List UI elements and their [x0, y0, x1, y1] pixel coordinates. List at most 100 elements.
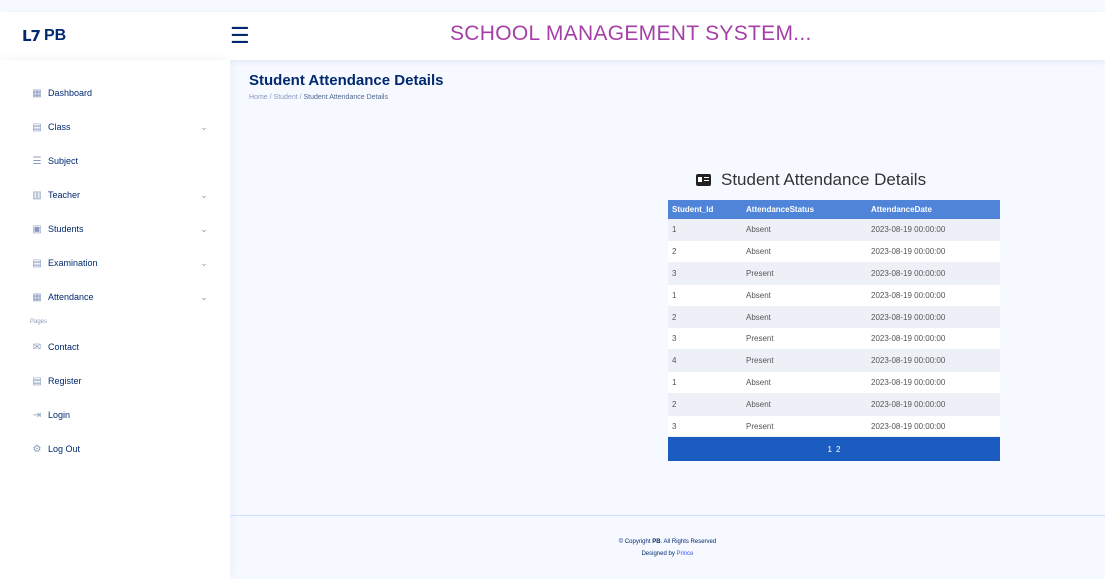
cell-attendance-date: 2023-08-19 00:00:00 [867, 262, 1000, 285]
breadcrumb-student[interactable]: Student [274, 94, 298, 101]
table-row: 1 Absent 2023-08-19 00:00:00 [668, 371, 1000, 394]
sidebar-item-label: Teacher [48, 190, 81, 200]
footer: © Copyright PB. All Rights Reserved Desi… [230, 515, 1105, 579]
table-row: 2 Absent 2023-08-19 00:00:00 [668, 306, 1000, 329]
sidebar-item-contact[interactable]: ✉ Contact [0, 330, 230, 364]
sidebar-item-label: Attendance [48, 292, 94, 302]
person-card-icon [696, 174, 711, 186]
chevron-down-icon[interactable]: ⌄ [198, 190, 210, 201]
cell-attendance-date: 2023-08-19 00:00:00 [867, 284, 1000, 307]
page-link-1[interactable]: 1 [828, 445, 832, 454]
designed-by-text: Designed by Prince [230, 548, 1105, 560]
gear-icon: ⚙ [32, 443, 42, 455]
column-header-attendance-date[interactable]: AttendanceDate [867, 200, 1000, 219]
cell-attendance-status: Absent [742, 371, 867, 394]
sidebar-item-examination[interactable]: ▤ Examination ⌄ [0, 246, 230, 280]
logo[interactable]: L7 PB [0, 27, 230, 45]
copyright-suffix: . All Rights Reserved [660, 539, 717, 545]
cell-student-id: 2 [668, 240, 742, 264]
cell-attendance-date: 2023-08-19 00:00:00 [867, 240, 1000, 264]
cell-student-id: 1 [668, 284, 742, 307]
teacher-icon: ▥ [32, 189, 42, 201]
cell-attendance-date: 2023-08-19 00:00:00 [867, 349, 1000, 373]
column-header-attendance-status[interactable]: AttendanceStatus [742, 200, 867, 219]
table-row: 3 Present 2023-08-19 00:00:00 [668, 262, 1000, 285]
logo-text: PB [44, 27, 67, 44]
sidebar-item-attendance[interactable]: ▦ Attendance ⌄ [0, 280, 230, 314]
table-row: 3 Present 2023-08-19 00:00:00 [668, 327, 1000, 351]
page-link-2[interactable]: 2 [836, 445, 840, 454]
sidebar-item-class[interactable]: ▤ Class ⌄ [0, 110, 230, 144]
attendance-table-card: Student Attendance Details Student_Id At… [668, 165, 1000, 462]
sidebar-item-register[interactable]: ▤ Register [0, 364, 230, 398]
cell-attendance-date: 2023-08-19 00:00:00 [867, 327, 1000, 351]
table-row: 2 Absent 2023-08-19 00:00:00 [668, 393, 1000, 416]
sidebar-item-log-out[interactable]: ⚙ Log Out [0, 432, 230, 466]
sidebar-item-label: Register [48, 376, 82, 386]
cell-attendance-status: Absent [742, 219, 867, 242]
cell-attendance-status: Absent [742, 306, 867, 329]
sidebar-item-label: Class [48, 122, 71, 132]
attendance-table: Student_Id AttendanceStatus AttendanceDa… [668, 200, 1000, 438]
table-row: 3 Present 2023-08-19 00:00:00 [668, 415, 1000, 438]
login-icon: ⇥ [32, 409, 42, 421]
cell-attendance-status: Present [742, 415, 867, 438]
chevron-down-icon[interactable]: ⌄ [198, 224, 210, 235]
breadcrumb: Home / Student / Student Attendance Deta… [249, 94, 388, 101]
copyright-text: © Copyright PB. All Rights Reserved [230, 536, 1105, 548]
cell-student-id: 3 [668, 262, 742, 285]
cell-student-id: 2 [668, 393, 742, 416]
class-icon: ▤ [32, 121, 42, 133]
grid-icon: ▦ [32, 87, 42, 99]
page-title: Student Attendance Details [249, 72, 444, 89]
attendance-icon: ▦ [32, 291, 42, 303]
cell-attendance-date: 2023-08-19 00:00:00 [867, 415, 1000, 438]
menu-toggle-icon[interactable]: ☰ [230, 25, 260, 47]
chevron-down-icon[interactable]: ⌄ [198, 258, 210, 269]
main-content: Student Attendance Details Home / Studen… [230, 60, 1105, 579]
subject-icon: ☰ [32, 155, 42, 167]
copyright-prefix: © Copyright [618, 539, 653, 545]
cell-attendance-date: 2023-08-19 00:00:00 [867, 306, 1000, 329]
copyright-brand: PB [652, 539, 661, 545]
sidebar-item-students[interactable]: ▣ Students ⌄ [0, 212, 230, 246]
cell-student-id: 2 [668, 306, 742, 329]
cell-attendance-date: 2023-08-19 00:00:00 [867, 371, 1000, 394]
sidebar-item-label: Subject [48, 156, 79, 166]
cell-student-id: 4 [668, 349, 742, 373]
pagination-bar: 1 2 [668, 437, 1000, 462]
sidebar-item-subject[interactable]: ☰ Subject [0, 144, 230, 178]
breadcrumb-current: Student Attendance Details [303, 94, 388, 101]
designer-link[interactable]: Prince [677, 551, 694, 557]
cell-student-id: 1 [668, 219, 742, 242]
app-title: SCHOOL MANAGEMENT SYSTEM... [450, 22, 812, 45]
cell-attendance-date: 2023-08-19 00:00:00 [867, 393, 1000, 416]
cell-attendance-status: Present [742, 262, 867, 285]
register-icon: ▤ [32, 375, 42, 387]
cell-attendance-status: Absent [742, 284, 867, 307]
top-header: L7 PB ☰ SCHOOL MANAGEMENT SYSTEM... [0, 12, 1105, 60]
cell-attendance-date: 2023-08-19 00:00:00 [867, 219, 1000, 242]
sidebar-item-label: Log Out [48, 444, 81, 454]
cell-attendance-status: Absent [742, 393, 867, 416]
sidebar-item-label: Contact [48, 342, 80, 352]
table-title-text: Student Attendance Details [721, 170, 927, 189]
chevron-down-icon[interactable]: ⌄ [198, 292, 210, 303]
sidebar-item-teacher[interactable]: ▥ Teacher ⌄ [0, 178, 230, 212]
envelope-icon: ✉ [32, 341, 42, 353]
sidebar-heading-pages: Pages [30, 319, 48, 325]
column-header-student-id[interactable]: Student_Id [668, 200, 742, 219]
table-row: 2 Absent 2023-08-19 00:00:00 [668, 240, 1000, 264]
designed-by-prefix: Designed by [641, 551, 677, 557]
sidebar-item-dashboard[interactable]: ▦ Dashboard [0, 76, 230, 110]
sidebar-item-login[interactable]: ⇥ Login [0, 398, 230, 432]
table-header-row: Student_Id AttendanceStatus AttendanceDa… [668, 200, 1000, 219]
logo-mark: L7 [22, 27, 41, 45]
cell-student-id: 3 [668, 415, 742, 438]
sidebar-item-label: Login [48, 410, 71, 420]
table-title: Student Attendance Details [696, 165, 1000, 195]
cell-attendance-status: Absent [742, 240, 867, 264]
chevron-down-icon[interactable]: ⌄ [198, 122, 210, 133]
sidebar-item-label: Students [48, 224, 84, 234]
breadcrumb-home[interactable]: Home [249, 94, 268, 101]
